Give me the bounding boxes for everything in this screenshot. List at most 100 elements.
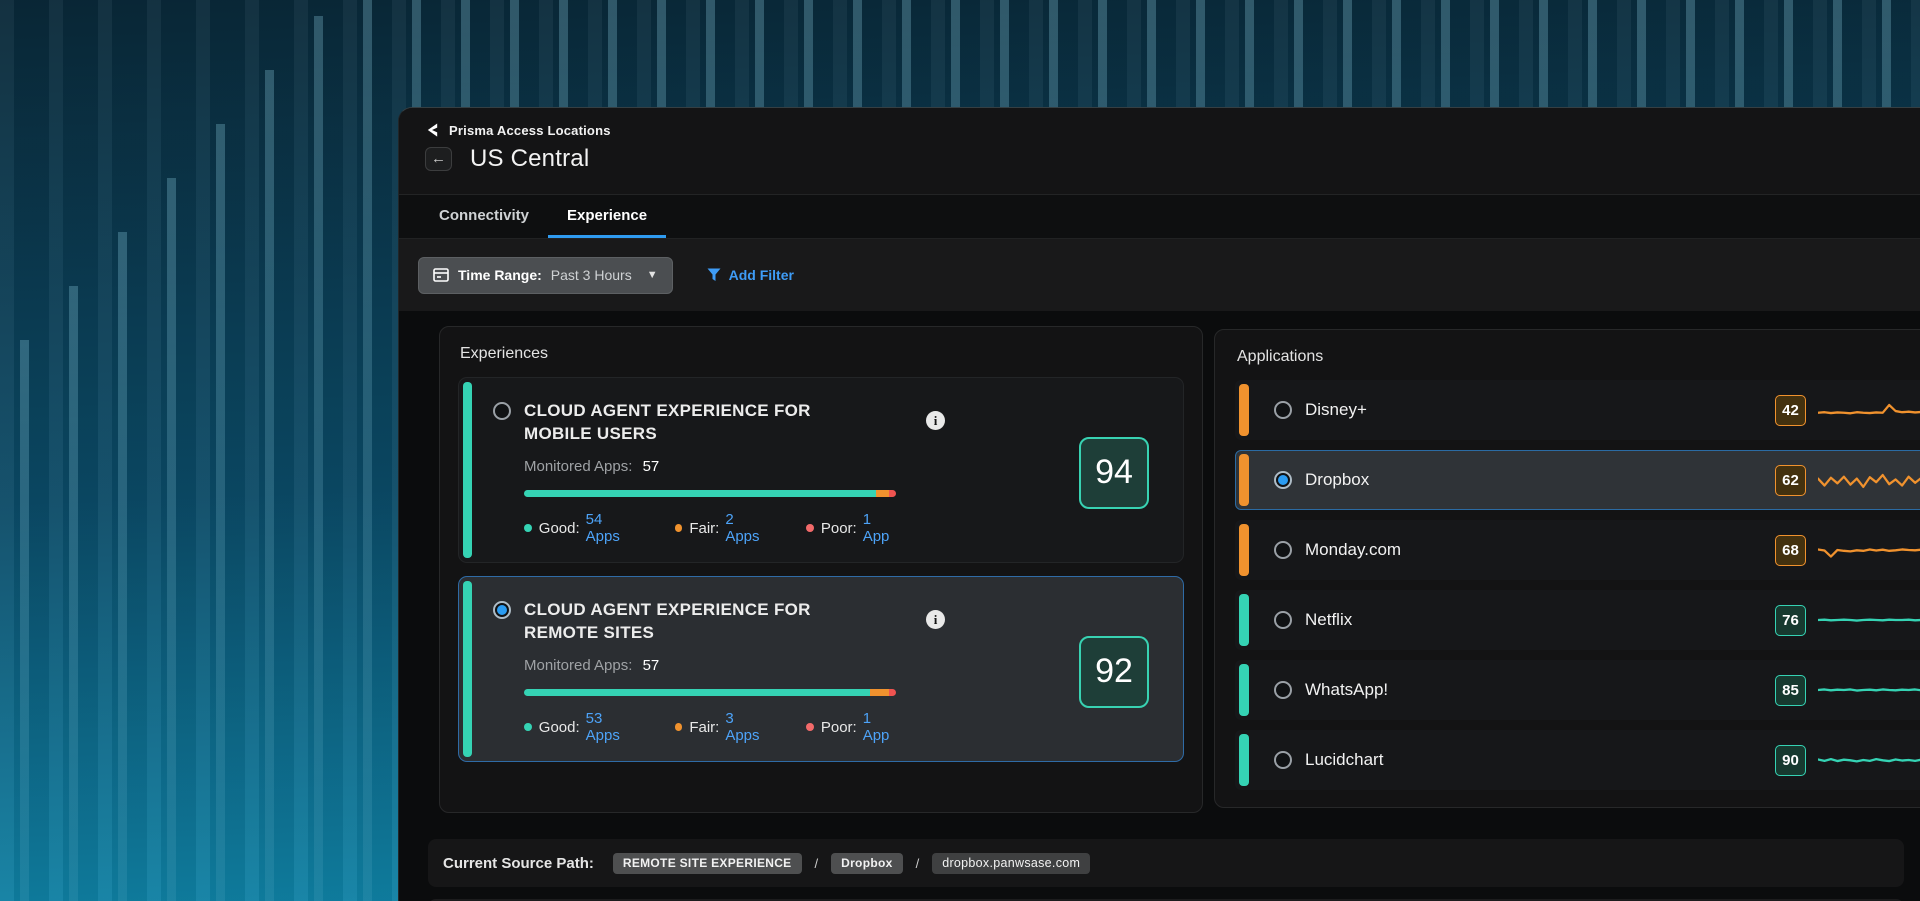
breadcrumb: Prisma Access Locations — [449, 123, 611, 138]
bar-segment-poor — [889, 689, 896, 696]
good-label: Good: — [539, 520, 580, 537]
radio-button[interactable] — [1274, 401, 1292, 419]
poor-label: Poor: — [821, 719, 857, 736]
bar-segment-fair — [870, 689, 890, 696]
good-label: Good: — [539, 719, 580, 736]
app-score-badge: 42 — [1775, 395, 1806, 426]
good-apps-link[interactable]: 53 Apps — [586, 710, 639, 744]
row-accent-bar — [1239, 594, 1249, 646]
source-path-chip: dropbox.panwsase.com — [932, 853, 1090, 874]
app-row-disney[interactable]: Disney+ 42 — [1235, 380, 1920, 440]
radio-button[interactable] — [1274, 611, 1292, 629]
row-accent-bar — [1239, 384, 1249, 436]
add-filter-label: Add Filter — [729, 267, 794, 283]
monitored-apps-value: 57 — [643, 657, 660, 674]
app-row-monday[interactable]: Monday.com 68 — [1235, 520, 1920, 580]
experience-card-title: CLOUD AGENT EXPERIENCE FOR REMOTE SITES — [524, 598, 844, 644]
source-path-chip: Dropbox — [831, 853, 902, 874]
experience-score: 92 — [1079, 636, 1149, 708]
app-score-badge: 90 — [1775, 745, 1806, 776]
monitored-apps-label: Monitored Apps: — [524, 657, 632, 674]
prisma-logo-icon — [425, 122, 440, 138]
app-row-whatsapp[interactable]: WhatsApp! 85 — [1235, 660, 1920, 720]
current-source-path-bar: Current Source Path: REMOTE SITE EXPERIE… — [428, 839, 1904, 887]
radio-button[interactable] — [1274, 471, 1292, 489]
good-dot-icon — [524, 723, 532, 731]
app-sparkline-chart — [1818, 532, 1920, 568]
content-area: Experiences CLOUD AGENT EXPERIENCE FOR M… — [399, 311, 1920, 901]
app-name: Dropbox — [1305, 470, 1369, 490]
good-apps-link[interactable]: 54 Apps — [586, 511, 639, 545]
info-icon[interactable]: i — [926, 411, 945, 430]
radio-button[interactable] — [1274, 541, 1292, 559]
fair-label: Fair: — [689, 719, 719, 736]
info-icon[interactable]: i — [926, 610, 945, 629]
experiences-panel-title: Experiences — [460, 345, 1184, 363]
path-separator: / — [815, 856, 819, 871]
fair-dot-icon — [675, 723, 683, 731]
radio-button[interactable] — [493, 601, 511, 619]
monitored-apps-label: Monitored Apps: — [524, 458, 632, 475]
experience-card-remote-sites[interactable]: CLOUD AGENT EXPERIENCE FOR REMOTE SITES … — [458, 576, 1184, 762]
app-score-badge: 85 — [1775, 675, 1806, 706]
bar-segment-good — [524, 490, 876, 497]
source-path-label: Current Source Path: — [443, 855, 594, 872]
filter-toolbar: Time Range: Past 3 Hours ▼ Add Filter — [399, 238, 1920, 311]
calendar-icon — [433, 268, 449, 282]
radio-button[interactable] — [1274, 681, 1292, 699]
bar-segment-good — [524, 689, 870, 696]
bar-segment-poor — [889, 490, 896, 497]
app-health-bar — [524, 490, 896, 497]
app-sparkline-chart — [1818, 602, 1920, 638]
app-row-lucidchart[interactable]: Lucidchart 90 — [1235, 730, 1920, 790]
row-accent-bar — [1239, 454, 1249, 506]
app-sparkline-chart — [1818, 672, 1920, 708]
experiences-panel: Experiences CLOUD AGENT EXPERIENCE FOR M… — [439, 326, 1203, 813]
back-button[interactable]: ← — [425, 147, 452, 171]
fair-apps-link[interactable]: 3 Apps — [725, 710, 770, 744]
app-window: Prisma Access Locations ← US Central Con… — [398, 107, 1920, 901]
poor-apps-link[interactable]: 1 App — [863, 710, 900, 744]
fair-dot-icon — [675, 524, 683, 532]
card-accent-bar — [463, 382, 472, 558]
app-row-dropbox[interactable]: Dropbox 62 — [1235, 450, 1920, 510]
add-filter-button[interactable]: Add Filter — [707, 267, 794, 283]
card-accent-bar — [463, 581, 472, 757]
row-accent-bar — [1239, 734, 1249, 786]
app-row-netflix[interactable]: Netflix 76 — [1235, 590, 1920, 650]
applications-panel: Applications Disney+ 42 Dropbox 62 — [1214, 329, 1920, 808]
chevron-down-icon: ▼ — [647, 269, 658, 281]
app-sparkline-chart — [1818, 742, 1920, 778]
radio-button[interactable] — [1274, 751, 1292, 769]
time-range-dropdown[interactable]: Time Range: Past 3 Hours ▼ — [418, 257, 673, 294]
app-sparkline-chart — [1818, 462, 1920, 498]
poor-apps-link[interactable]: 1 App — [863, 511, 900, 545]
poor-dot-icon — [806, 723, 814, 731]
monitored-apps-value: 57 — [643, 458, 660, 475]
app-score-badge: 76 — [1775, 605, 1806, 636]
app-score-badge: 62 — [1775, 465, 1806, 496]
source-path-chip: REMOTE SITE EXPERIENCE — [613, 853, 802, 874]
path-separator: / — [916, 856, 920, 871]
filter-funnel-icon — [707, 268, 721, 282]
good-dot-icon — [524, 524, 532, 532]
app-health-bar — [524, 689, 896, 696]
app-sparkline-chart — [1818, 392, 1920, 428]
app-name: WhatsApp! — [1305, 680, 1388, 700]
tab-bar: Connectivity Experience — [399, 194, 1920, 238]
fair-apps-link[interactable]: 2 Apps — [725, 511, 770, 545]
app-name: Disney+ — [1305, 400, 1367, 420]
row-accent-bar — [1239, 664, 1249, 716]
app-name: Lucidchart — [1305, 750, 1383, 770]
radio-button[interactable] — [493, 402, 511, 420]
tab-experience[interactable]: Experience — [548, 195, 666, 238]
experience-card-mobile-users[interactable]: CLOUD AGENT EXPERIENCE FOR MOBILE USERS … — [458, 377, 1184, 563]
applications-panel-title: Applications — [1237, 348, 1920, 366]
fair-label: Fair: — [689, 520, 719, 537]
poor-label: Poor: — [821, 520, 857, 537]
experience-card-title: CLOUD AGENT EXPERIENCE FOR MOBILE USERS — [524, 399, 844, 445]
bar-segment-fair — [876, 490, 889, 497]
poor-dot-icon — [806, 524, 814, 532]
app-name: Monday.com — [1305, 540, 1401, 560]
tab-connectivity[interactable]: Connectivity — [420, 195, 548, 238]
